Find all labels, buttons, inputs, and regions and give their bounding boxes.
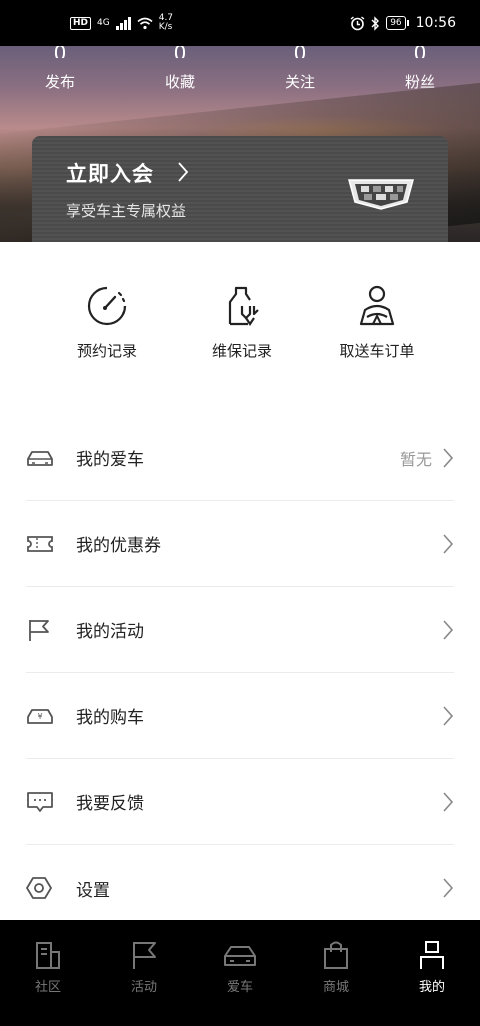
row-icon-wrap [26, 791, 76, 813]
clock: 10:56 [415, 15, 456, 31]
menu-item-settings[interactable]: 设置 [26, 845, 454, 931]
chat-bubble-icon [27, 791, 53, 812]
stat-value: 0 [293, 46, 307, 58]
menu-item-label: 设置 [76, 880, 110, 901]
menu-item-label: 我的活动 [76, 622, 144, 642]
bottom-tab-bar: 社区 活动 爱车 商城 我的 [0, 920, 480, 1026]
profile-stats: 0 发布 0 收藏 0 关注 0 粉丝 [0, 46, 480, 106]
membership-title: 立即入会 [66, 162, 154, 186]
tab-activities[interactable]: 活动 [96, 920, 192, 1026]
row-icon-wrap: ¥ [26, 706, 76, 726]
chevron-wrap [442, 791, 454, 813]
tab-label: 我的 [418, 980, 445, 995]
flag-icon [29, 619, 49, 641]
menu-item-feedback[interactable]: 我要反馈 [26, 759, 454, 845]
chevron-wrap [442, 533, 454, 555]
network-type: 4G [97, 18, 110, 28]
community-icon [36, 942, 60, 969]
row-icon-wrap [26, 618, 76, 642]
chevron-right-icon [443, 533, 454, 554]
stat-label: 收藏 [164, 73, 195, 91]
membership-card[interactable]: 立即入会 享受车主专属权益 [32, 136, 448, 242]
quick-action-label: 取送车订单 [339, 342, 415, 360]
car-icon [27, 450, 53, 466]
tab-mall[interactable]: 商城 [288, 920, 384, 1026]
status-bar: HD 4G 4.7 K/s 96 10:56 [0, 0, 480, 46]
menu-item-label: 我的购车 [76, 708, 144, 728]
stat-label: 关注 [284, 73, 315, 91]
cadillac-crest-icon [348, 179, 414, 210]
tab-my-car[interactable]: 爱车 [192, 920, 288, 1026]
signal-icon [115, 16, 131, 30]
wifi-icon [137, 17, 153, 29]
quick-action-label: 维保记录 [211, 342, 272, 360]
chevron-right-icon [443, 447, 454, 468]
chevron-right-icon [443, 619, 454, 640]
chevron-wrap [442, 447, 454, 469]
tab-label: 爱车 [226, 980, 253, 995]
quick-action-appointments[interactable]: 预约记录 [52, 242, 162, 392]
network-speed: 4.7 K/s [159, 14, 173, 32]
menu-item-value: 暂无 [399, 449, 432, 469]
profile-menu: 我的爱车 暂无 我的优惠券 我的活动 ¥ 我的购车 我要反馈 设置 [26, 415, 454, 931]
flag-icon [133, 942, 156, 969]
svg-text:¥: ¥ [37, 712, 42, 721]
quick-actions: 预约记录 维保记录 取送车订单 [0, 242, 480, 392]
alarm-icon [350, 15, 365, 30]
car-icon [224, 946, 256, 966]
membership-subtitle: 享受车主专属权益 [66, 202, 187, 220]
quick-action-pickup-orders[interactable]: 取送车订单 [322, 242, 432, 392]
quick-action-label: 预约记录 [76, 342, 137, 360]
menu-item-label: 我的优惠券 [76, 536, 161, 556]
speedometer-icon [87, 286, 127, 326]
ticket-icon [27, 535, 53, 552]
row-icon-wrap [26, 448, 76, 468]
chevron-right-icon [443, 705, 454, 726]
profile-hero: 0 发布 0 收藏 0 关注 0 粉丝 立即入会 享受车主专属权益 [0, 46, 480, 242]
battery-icon: 96 [386, 16, 410, 30]
tab-label: 商城 [322, 980, 349, 995]
chevron-wrap [442, 619, 454, 641]
hexagon-nut-icon [26, 877, 52, 899]
quick-action-maintenance[interactable]: 维保记录 [187, 242, 297, 392]
chevron-wrap [442, 877, 454, 899]
stat-followers[interactable]: 0 粉丝 [360, 46, 480, 106]
menu-item-purchases[interactable]: ¥ 我的购车 [26, 673, 454, 759]
menu-item-label: 我要反馈 [76, 794, 144, 814]
speed-unit: K/s [158, 22, 173, 32]
stat-value: 0 [413, 46, 427, 58]
chevron-wrap [442, 705, 454, 727]
stat-favorites[interactable]: 0 收藏 [120, 46, 240, 106]
status-left: HD 4G 4.7 K/s [70, 14, 173, 32]
status-right: 96 10:56 [350, 15, 456, 31]
chevron-right-icon [178, 162, 189, 182]
driver-icon [359, 285, 395, 326]
chevron-right-icon [443, 878, 454, 898]
stat-value: 0 [53, 46, 67, 58]
maintenance-bottle-icon [228, 286, 259, 326]
person-icon [420, 941, 444, 969]
tab-label: 活动 [130, 980, 157, 995]
menu-item-activities[interactable]: 我的活动 [26, 587, 454, 673]
tab-mine[interactable]: 我的 [384, 920, 480, 1026]
row-icon-wrap [26, 876, 76, 900]
stat-following[interactable]: 0 关注 [240, 46, 360, 106]
bluetooth-icon [371, 15, 380, 31]
tab-label: 社区 [34, 980, 61, 995]
stat-value: 0 [173, 46, 187, 58]
stat-label: 发布 [44, 73, 75, 91]
menu-item-label: 我的爱车 [76, 450, 144, 470]
menu-item-coupons[interactable]: 我的优惠券 [26, 501, 454, 587]
stat-posts[interactable]: 0 发布 [0, 46, 120, 106]
tab-community[interactable]: 社区 [0, 920, 96, 1026]
car-purchase-icon: ¥ [27, 708, 53, 724]
chevron-right-icon [443, 791, 454, 812]
menu-item-my-car[interactable]: 我的爱车 暂无 [26, 415, 454, 501]
stat-label: 粉丝 [404, 73, 435, 91]
hd-indicator: HD [70, 16, 92, 30]
shopping-bag-icon [324, 941, 348, 969]
row-icon-wrap [26, 534, 76, 554]
